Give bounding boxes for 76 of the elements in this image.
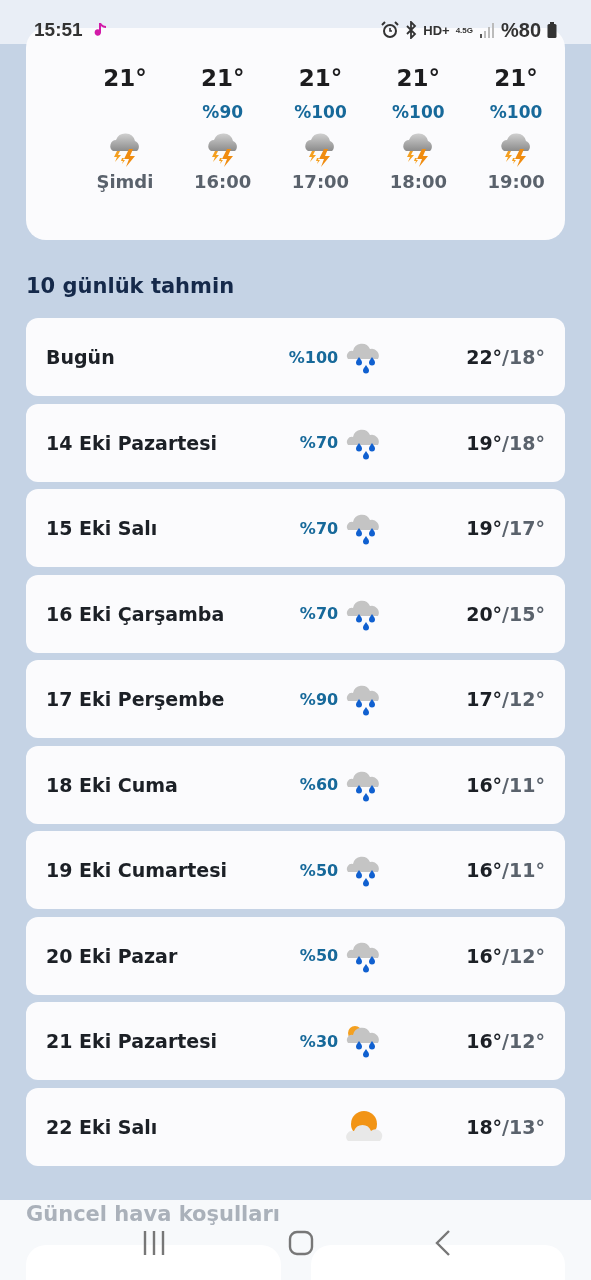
high-temperature: 16° [466,944,503,967]
precipitation-chance: %90 [299,689,339,709]
hour-temperature: 21° [494,64,538,93]
day-label: 16 Eki Çarşamba [46,602,226,625]
high-temperature: 16° [466,773,503,796]
precipitation-chance: %50 [299,860,339,880]
daily-forecast-row[interactable]: 17 Eki Perşembe %90 17°/12° [26,660,565,738]
home-button[interactable] [287,1230,314,1256]
signal-icon [478,22,495,38]
precipitation-chance: %50 [299,946,339,965]
precipitation-chance: %90 [202,101,244,123]
battery-icon [547,21,557,39]
daily-forecast-row[interactable]: Bugün %100 22°/18° [26,318,565,396]
low-temperature: /18° [502,431,545,454]
precipitation-chance: %70 [299,518,339,538]
high-temperature: 16° [466,1030,503,1052]
day-label: 21 Eki Pazartesi [46,1030,219,1052]
high-temperature: 16° [466,859,503,881]
low-temperature: /12° [502,944,545,967]
daily-forecast-row[interactable]: 15 Eki Salı %70 19°/17° [26,489,565,567]
low-temperature: /11° [502,859,545,881]
daily-forecast-row[interactable]: 20 Eki Pazar %50 16°/12° [26,916,565,995]
daily-forecast-row[interactable]: 21 Eki Pazartesi %30 16°/12° [26,1002,565,1080]
high-temperature: 19° [466,517,503,539]
low-temperature: /12° [502,688,545,710]
hour-label: Şimdi [96,171,154,192]
high-temperature: 19° [466,431,503,454]
section-title: 10 günlük tahmin [26,273,236,300]
daily-forecast-row[interactable]: 19 Eki Cumartesi %50 16°/11° [26,831,565,909]
daily-forecast-row[interactable]: 18 Eki Cuma %60 16°/11° [26,745,565,824]
day-label: 17 Eki Perşembe [46,688,226,710]
hour-label: 19:00 [487,171,545,192]
day-label: 15 Eki Salı [46,517,159,539]
status-time: 15:51 [34,19,83,41]
precipitation-chance: %70 [299,433,339,452]
low-temperature: /11° [502,773,545,796]
hour-label: 18:00 [389,171,447,192]
precipitation-chance: %100 [392,101,445,123]
precipitation-chance: %60 [299,775,339,794]
low-temperature: /13° [502,1115,545,1138]
hour-temperature: 21° [396,64,441,93]
precipitation-chance: %100 [489,101,543,123]
daily-forecast-row[interactable]: 14 Eki Pazartesi %70 19°/18° [26,403,565,482]
low-temperature: /12° [502,1030,545,1052]
precipitation-chance: %100 [288,347,339,367]
high-temperature: 20° [466,602,503,625]
bluetooth-icon [405,21,418,39]
precipitation-chance: %100 [294,101,347,123]
day-label: 18 Eki Cuma [46,773,179,796]
hour-temperature: 21° [103,64,147,93]
low-temperature: /17° [502,517,545,539]
precipitation-chance: %70 [299,604,339,623]
daily-forecast-row[interactable]: 16 Eki Çarşamba %70 20°/15° [26,574,565,653]
hour-label: 16:00 [194,171,252,192]
alarm-icon [381,21,400,39]
day-label: 14 Eki Pazartesi [46,431,219,454]
day-label: Bugün [46,346,116,368]
day-label: 22 Eki Salı [46,1115,159,1138]
section-title: Güncel hava koşulları [26,1202,281,1226]
high-temperature: 22° [466,346,503,368]
battery-level: %80 [500,18,541,42]
day-label: 19 Eki Cumartesi [46,859,229,881]
day-label: 20 Eki Pazar [46,944,179,967]
network-type: 4.5G [455,25,473,35]
low-temperature: /18° [502,346,545,368]
back-button[interactable] [434,1230,451,1256]
precipitation-chance: %30 [299,1031,339,1051]
low-temperature: /15° [502,602,545,625]
hour-temperature: 21° [298,64,343,93]
high-temperature: 17° [466,688,503,710]
music-note-icon [92,22,107,38]
high-temperature: 18° [466,1115,503,1138]
daily-forecast-row[interactable]: 22 Eki Salı 18°/13° [26,1087,565,1166]
hour-label: 17:00 [291,171,350,192]
hour-temperature: 21° [200,64,245,93]
network-label: HD+ [423,22,450,38]
